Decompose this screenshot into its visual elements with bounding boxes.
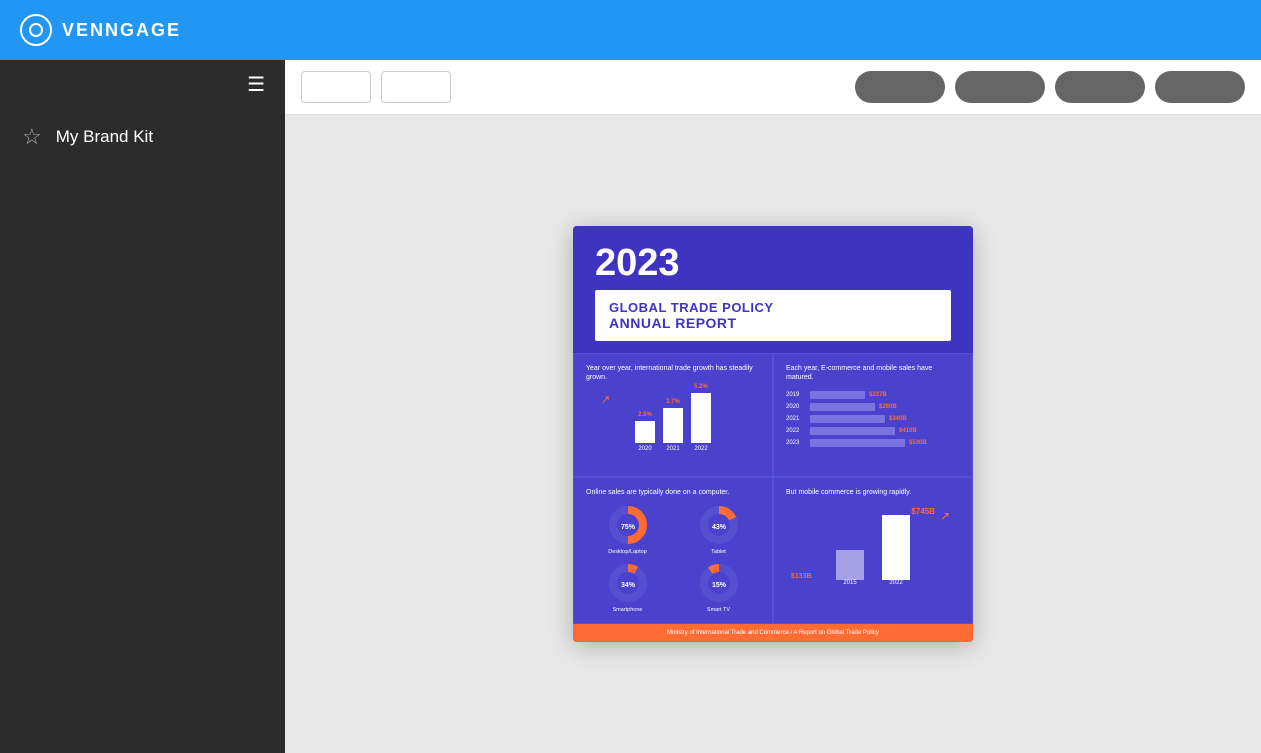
bar-2022-val: 5.2%: [694, 384, 708, 390]
content-area: 2023 GLOBAL TRADE POLICY ANNUAL REPORT Y…: [285, 60, 1261, 753]
bar-2022-year: 2022: [694, 446, 707, 452]
bar-2020-val: 2.5%: [638, 412, 652, 418]
hamburger-icon[interactable]: ☰: [247, 75, 265, 95]
svg-text:34%: 34%: [620, 582, 635, 589]
donut-smartphone-svg: 34%: [608, 563, 648, 603]
logo-text: VENNGAGE: [62, 20, 181, 41]
growth-bar-2015: 2015: [836, 550, 864, 586]
bar-2022: 5.2% 2022: [691, 384, 711, 452]
infographic-body: Year over year, international trade grow…: [573, 353, 973, 623]
growth-bar-2022-rect: [882, 515, 910, 580]
sidebar-item-brand-kit[interactable]: ☆ My Brand Kit: [0, 110, 285, 164]
donut-tablet-label: Tablet: [711, 549, 726, 555]
bar-2020-rect: [635, 421, 655, 443]
bar-2021-val: 3.7%: [666, 399, 680, 405]
section1-title: Year over year, international trade grow…: [586, 364, 760, 382]
donut-desktop: 75% Desktop/Laptop: [586, 505, 669, 555]
infographic-footer: Ministry of International Trade and Comm…: [573, 624, 973, 642]
infographic-title-line1: GLOBAL TRADE POLICY: [609, 300, 937, 315]
section-growth-chart: But mobile commerce is growing rapidly. …: [773, 477, 973, 624]
section4-title: But mobile commerce is growing rapidly.: [786, 488, 960, 497]
hbar-2022: 2022 $410B: [786, 427, 960, 435]
sidebar: ☰ ☆ My Brand Kit: [0, 60, 285, 753]
hbar-2021: 2021 $340B: [786, 415, 960, 423]
growth-bar-2015-rect: [836, 550, 864, 580]
hbar-2020: 2020 $280B: [786, 403, 960, 411]
section-donut-charts: Online sales are typically done on a com…: [573, 477, 773, 624]
growth-bar-2015-year: 2015: [843, 580, 856, 586]
hbar-2023: 2023 $530B: [786, 439, 960, 447]
toolbar-pill-3[interactable]: [1055, 71, 1145, 103]
growth-bar-2022-year: 2022: [889, 580, 902, 586]
bar-2021-rect: [663, 408, 683, 443]
navbar: VENNGAGE: [0, 0, 1261, 60]
donut-smarttv-label: Smart TV: [707, 607, 730, 613]
venngage-logo-icon: [20, 14, 52, 46]
svg-text:15%: 15%: [711, 582, 726, 589]
bar-2020-year: 2020: [638, 446, 651, 452]
toolbar-pill-2[interactable]: [955, 71, 1045, 103]
svg-text:75%: 75%: [620, 524, 635, 531]
canvas-area: 2023 GLOBAL TRADE POLICY ANNUAL REPORT Y…: [285, 115, 1261, 753]
section-hbar-chart: Each year, E-commerce and mobile sales h…: [773, 353, 973, 476]
donut-smarttv: 15% Smart TV: [677, 563, 760, 613]
toolbar-pill-4[interactable]: [1155, 71, 1245, 103]
trend-arrow-icon: ↗: [601, 393, 610, 406]
toolbar: [285, 60, 1261, 115]
toolbar-button-2[interactable]: [381, 71, 451, 103]
brand-kit-label: My Brand Kit: [56, 127, 153, 147]
donut-tablet: 43% Tablet: [677, 505, 760, 555]
donut-smarttv-svg: 15%: [699, 563, 739, 603]
logo-area: VENNGAGE: [20, 14, 181, 46]
infographic-header: 2023 GLOBAL TRADE POLICY ANNUAL REPORT: [573, 226, 973, 353]
donut-desktop-svg: 75%: [608, 505, 648, 545]
donut-tablet-svg: 43%: [699, 505, 739, 545]
hbar-2022-bar: [810, 427, 895, 435]
donut-smartphone-label: Smartphone: [613, 607, 643, 613]
main-layout: ☰ ☆ My Brand Kit 2023: [0, 60, 1261, 753]
section2-title: Each year, E-commerce and mobile sales h…: [786, 364, 960, 382]
infographic-year: 2023: [595, 244, 951, 282]
bar-2022-rect: [691, 393, 711, 443]
hbar-2019: 2019 $237B: [786, 391, 960, 399]
bar-2021: 3.7% 2021: [663, 399, 683, 452]
bar-2021-year: 2021: [666, 446, 679, 452]
infographic-card: 2023 GLOBAL TRADE POLICY ANNUAL REPORT Y…: [573, 226, 973, 641]
sidebar-header: ☰: [0, 60, 285, 110]
infographic-title-box: GLOBAL TRADE POLICY ANNUAL REPORT: [595, 290, 951, 341]
donut-smartphone: 34% Smartphone: [586, 563, 669, 613]
star-icon: ☆: [22, 124, 42, 150]
svg-text:43%: 43%: [711, 524, 726, 531]
hbar-2020-bar: [810, 403, 875, 411]
hbar-chart: 2019 $237B 2020 $280B 2021: [786, 391, 960, 447]
hbar-2019-bar: [810, 391, 865, 399]
growth-bars: 2015 2022: [786, 515, 960, 586]
infographic-title-line2: ANNUAL REPORT: [609, 315, 937, 331]
growth-chart: ↗ $745B $133B 2015: [786, 505, 960, 600]
bar-2020: 2.5% 2020: [635, 412, 655, 452]
toolbar-button-1[interactable]: [301, 71, 371, 103]
section3-title: Online sales are typically done on a com…: [586, 488, 760, 497]
hbar-2021-bar: [810, 415, 885, 423]
growth-bar-2022: 2022: [882, 515, 910, 586]
toolbar-pill-1[interactable]: [855, 71, 945, 103]
bar-chart: ↗ 2.5% 2020 3.7% 2021: [586, 391, 760, 466]
infographic-footer-text: Ministry of International Trade and Comm…: [667, 630, 879, 636]
hbar-2023-bar: [810, 439, 905, 447]
section-bar-chart: Year over year, international trade grow…: [573, 353, 773, 476]
donut-desktop-label: Desktop/Laptop: [608, 549, 647, 555]
donut-grid: 75% Desktop/Laptop 43%: [586, 505, 760, 613]
